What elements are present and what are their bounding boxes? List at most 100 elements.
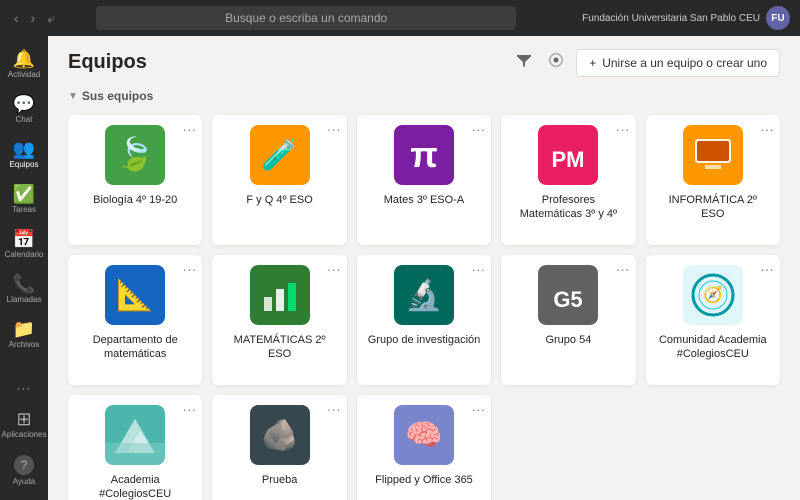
user-info: Fundación Universitaria San Pablo CEU FU (582, 6, 790, 30)
svg-text:🪨: 🪨 (261, 418, 298, 452)
team-icon-flipped: 🧠 (394, 405, 454, 465)
team-card-menu-mates2[interactable]: ··· (327, 261, 341, 277)
team-card-academia[interactable]: ··· Academia #ColegiosCEU (68, 395, 202, 500)
top-bar: ‹ › ⤶ Fundación Universitaria San Pablo … (0, 0, 800, 36)
sidebar-label-archivos: Archivos (9, 340, 40, 349)
activity-icon: 🔔 (13, 50, 35, 68)
team-name-academia: Academia #ColegiosCEU (78, 473, 192, 500)
team-name-comunidad: Comunidad Academia #ColegiosCEU (656, 333, 770, 362)
sidebar-item-chat[interactable]: 💬 Chat (2, 89, 46, 130)
team-card-depto[interactable]: ··· 📐 Departamento de matemáticas (68, 255, 202, 385)
team-name-flipped: Flipped y Office 365 (375, 473, 473, 487)
sidebar-label-equipos: Equipos (10, 160, 39, 169)
team-card-informatica[interactable]: ··· INFORMÁTICA 2º ESO (646, 115, 780, 245)
team-card-menu-academia[interactable]: ··· (182, 401, 196, 417)
svg-text:🔬: 🔬 (405, 276, 442, 312)
join-label: Unirse a un equipo o crear uno (602, 56, 767, 70)
sidebar-item-equipos[interactable]: 👥 Equipos (2, 134, 46, 175)
sidebar-label-llamadas: Llamadas (7, 295, 42, 304)
team-card-grupo54[interactable]: ··· G5 Grupo 54 (501, 255, 635, 385)
team-card-menu-prueba[interactable]: ··· (327, 401, 341, 417)
team-card-mates2[interactable]: ··· MATEMÁTICAS 2º ESO (212, 255, 346, 385)
sidebar: 🔔 Actividad 💬 Chat 👥 Equipos ✅ Tareas 📅 … (0, 36, 48, 500)
team-card-grupo_inv[interactable]: ··· 🔬 Grupo de investigación (357, 255, 491, 385)
sidebar-item-actividad[interactable]: 🔔 Actividad (2, 44, 46, 85)
expand-arrow[interactable]: ▼ (68, 91, 78, 102)
sidebar-item-help[interactable]: ? Ayuda (2, 449, 46, 492)
team-name-grupo_inv: Grupo de investigación (368, 333, 481, 347)
svg-text:🍃: 🍃 (115, 135, 155, 172)
team-name-informatica: INFORMÁTICA 2º ESO (656, 193, 770, 222)
team-card-comunidad[interactable]: ··· 🧭 Comunidad Academia #ColegiosCEU (646, 255, 780, 385)
team-card-menu-mates3[interactable]: ··· (471, 121, 485, 137)
sidebar-label-actividad: Actividad (8, 70, 40, 79)
user-name: Fundación Universitaria San Pablo CEU (582, 13, 760, 24)
svg-text:G5: G5 (554, 287, 583, 312)
search-input[interactable] (106, 11, 506, 25)
team-card-menu-profmates[interactable]: ··· (616, 121, 630, 137)
settings-button[interactable] (544, 48, 568, 77)
sidebar-bottom: ··· ⊞ Aplicaciones ? Ayuda (2, 376, 46, 500)
team-card-menu-informatica[interactable]: ··· (760, 121, 774, 137)
team-card-prueba[interactable]: ··· 🪨 Prueba (212, 395, 346, 500)
team-name-profmates: Profesores Matemáticas 3º y 4º (511, 193, 625, 222)
team-name-depto: Departamento de matemáticas (78, 333, 192, 362)
team-name-mates2: MATEMÁTICAS 2º ESO (222, 333, 336, 362)
team-icon-grupo_inv: 🔬 (394, 265, 454, 325)
avatar[interactable]: FU (766, 6, 790, 30)
chat-icon: 💬 (13, 95, 35, 113)
team-card-mates3[interactable]: ··· π Mates 3º ESO-A (357, 115, 491, 245)
sidebar-item-apps[interactable]: ⊞ Aplicaciones (2, 404, 46, 445)
team-icon-depto: 📐 (105, 265, 165, 325)
sidebar-item-tareas[interactable]: ✅ Tareas (2, 179, 46, 220)
section-label: ▼ Sus equipos (48, 85, 800, 111)
join-icon: + (589, 56, 596, 70)
back-button[interactable]: ‹ (10, 8, 23, 29)
tasks-icon: ✅ (13, 185, 35, 203)
team-card-menu-comunidad[interactable]: ··· (760, 261, 774, 277)
team-icon-grupo54: G5 (538, 265, 598, 325)
team-name-fyq: F y Q 4º ESO (246, 193, 312, 207)
apps-icon: ⊞ (16, 410, 31, 428)
svg-text:🧭: 🧭 (703, 285, 723, 304)
team-card-profmates[interactable]: ··· PM Profesores Matemáticas 3º y 4º (501, 115, 635, 245)
search-bar[interactable] (96, 6, 516, 30)
team-card-flipped[interactable]: ··· 🧠 Flipped y Office 365 (357, 395, 491, 500)
svg-text:📐: 📐 (117, 277, 154, 312)
join-team-button[interactable]: + Unirse a un equipo o crear uno (576, 49, 780, 77)
sidebar-item-more[interactable]: ··· (2, 376, 46, 400)
nav-buttons: ‹ › ⤶ (10, 8, 59, 29)
team-card-biologia[interactable]: ··· 🍃 Biología 4º 19-20 (68, 115, 202, 245)
svg-text:PM: PM (552, 147, 585, 172)
team-icon-profmates: PM (538, 125, 598, 185)
sidebar-item-calendario[interactable]: 📅 Calendario (2, 224, 46, 265)
team-icon-mates3: π (394, 125, 454, 185)
svg-text:🧠: 🧠 (405, 419, 442, 452)
sidebar-label-tareas: Tareas (12, 205, 36, 214)
team-card-menu-grupo54[interactable]: ··· (616, 261, 630, 277)
team-icon-biologia: 🍃 (105, 125, 165, 185)
team-card-menu-flipped[interactable]: ··· (471, 401, 485, 417)
sidebar-label-apps: Aplicaciones (2, 430, 47, 439)
team-icon-comunidad: 🧭 (683, 265, 743, 325)
header-actions: + Unirse a un equipo o crear uno (512, 48, 780, 77)
calls-icon: 📞 (13, 275, 35, 293)
team-icon-informatica (683, 125, 743, 185)
team-card-menu-grupo_inv[interactable]: ··· (471, 261, 485, 277)
teams-grid: ··· 🍃 Biología 4º 19-20 ··· 🧪 F y Q 4º E… (48, 111, 800, 500)
content-header: Equipos + Unirse a un equipo o crear uno (48, 36, 800, 85)
sidebar-label-calendario: Calendario (5, 250, 44, 259)
team-name-biologia: Biología 4º 19-20 (93, 193, 177, 207)
team-card-menu-depto[interactable]: ··· (182, 261, 196, 277)
forward-button[interactable]: › (27, 8, 40, 29)
team-card-fyq[interactable]: ··· 🧪 F y Q 4º ESO (212, 115, 346, 245)
team-icon-mates2 (250, 265, 310, 325)
team-card-menu-fyq[interactable]: ··· (327, 121, 341, 137)
filter-button[interactable] (512, 48, 536, 77)
team-card-menu-biologia[interactable]: ··· (182, 121, 196, 137)
sidebar-item-llamadas[interactable]: 📞 Llamadas (2, 269, 46, 310)
sidebar-item-archivos[interactable]: 📁 Archivos (2, 314, 46, 355)
page-title: Equipos (68, 51, 512, 74)
svg-text:🧪: 🧪 (261, 138, 298, 172)
refresh-button[interactable]: ⤶ (43, 8, 59, 29)
